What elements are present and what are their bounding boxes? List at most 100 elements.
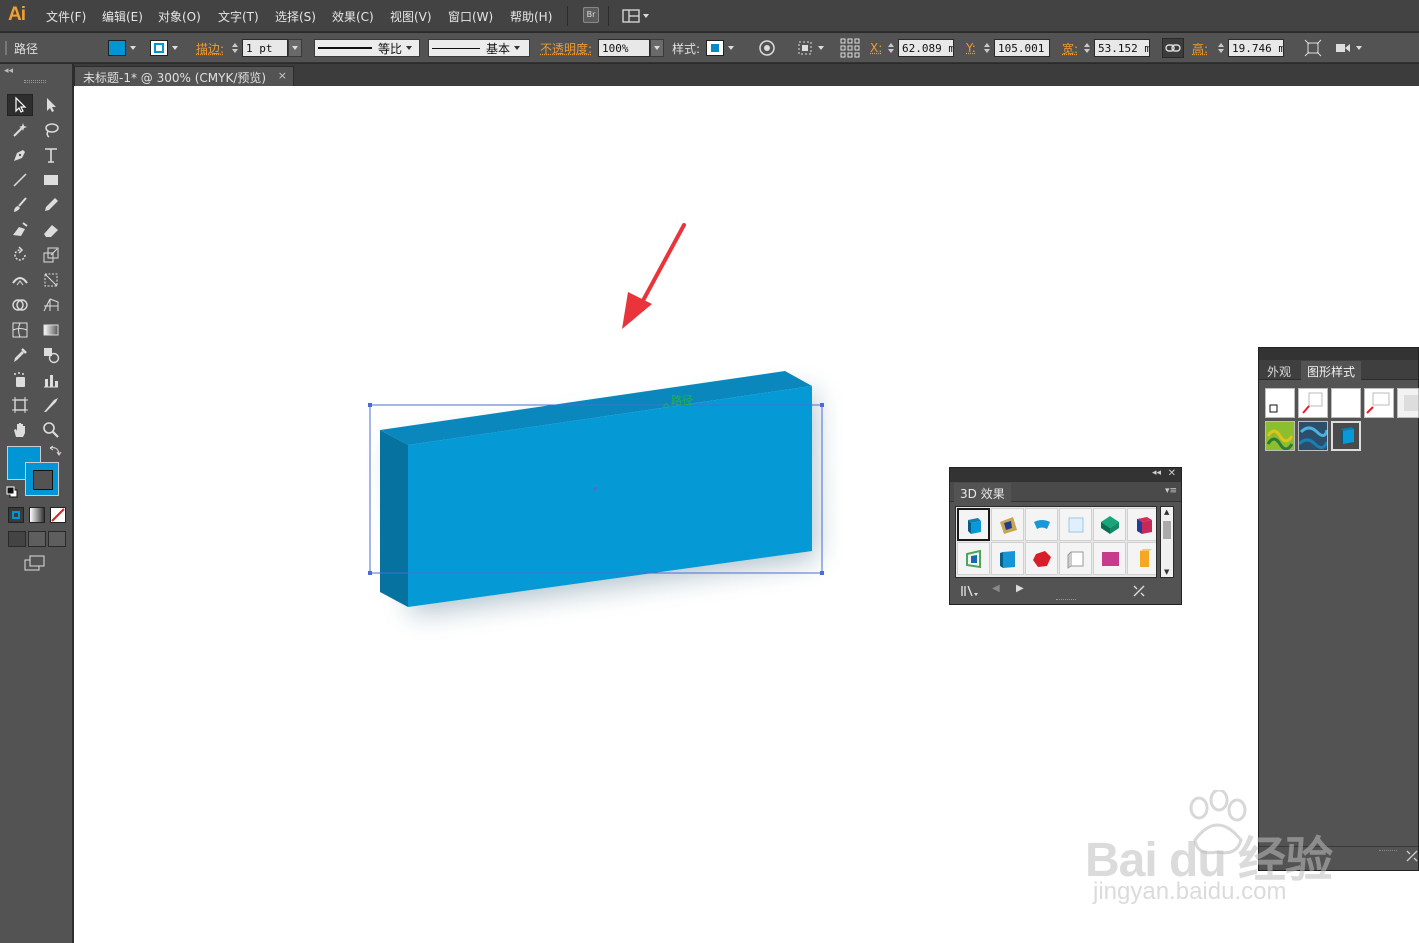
break-link-icon[interactable]	[1405, 849, 1419, 863]
direct-selection-tool[interactable]	[38, 94, 64, 116]
paintbrush-tool[interactable]	[7, 194, 33, 216]
free-transform-tool[interactable]	[38, 269, 64, 291]
graphic-style-swatch[interactable]	[1364, 388, 1394, 418]
resize-handle[interactable]	[368, 403, 372, 407]
x-label[interactable]: X:	[870, 41, 882, 55]
stroke-weight-dropdown[interactable]	[288, 39, 302, 57]
stepper-icon[interactable]	[1216, 39, 1226, 57]
collapse-panel-icon[interactable]: ◂◂	[1152, 468, 1161, 478]
graphic-style-swatch[interactable]	[1297, 421, 1329, 451]
height-control[interactable]: 19.746 m	[1216, 33, 1284, 63]
pencil-tool[interactable]	[38, 194, 64, 216]
stepper-icon[interactable]	[1082, 39, 1092, 57]
blend-tool[interactable]	[38, 344, 64, 366]
artboard-tool[interactable]	[7, 394, 33, 416]
align-to-dropdown[interactable]	[796, 33, 824, 63]
gradient-mode-button[interactable]	[29, 507, 45, 523]
style-swatch[interactable]	[957, 542, 990, 575]
selection-tool[interactable]	[7, 94, 33, 116]
style-swatch[interactable]	[991, 508, 1024, 541]
style-swatch[interactable]	[1025, 542, 1058, 575]
menu-help[interactable]: 帮助(H)	[510, 8, 552, 25]
graphic-style-dropdown[interactable]	[706, 33, 734, 63]
width-control[interactable]: 53.152 m	[1082, 33, 1150, 63]
fill-color-dropdown[interactable]	[108, 33, 136, 63]
blob-brush-tool[interactable]	[7, 219, 33, 241]
y-label[interactable]: Y:	[966, 41, 976, 55]
stroke-weight-control[interactable]: 1 pt	[230, 33, 302, 63]
resize-handle[interactable]	[820, 571, 824, 575]
brush-definition-dropdown[interactable]: 基本	[428, 33, 530, 63]
variable-width-profile-dropdown[interactable]: 等比	[314, 33, 420, 63]
tab-appearance[interactable]: 外观	[1261, 361, 1297, 380]
menu-view[interactable]: 视图(V)	[390, 8, 432, 25]
style-libraries-menu-icon[interactable]	[960, 584, 980, 598]
workspace-switcher-button[interactable]	[622, 8, 650, 24]
perspective-grid-tool[interactable]	[38, 294, 64, 316]
panel-menu-icon[interactable]: ▾≡	[1165, 486, 1177, 496]
draw-behind-button[interactable]	[28, 531, 46, 547]
stroke-label[interactable]: 描边:	[196, 40, 224, 57]
eyedropper-tool[interactable]	[7, 344, 33, 366]
menu-type[interactable]: 文字(T)	[218, 8, 259, 25]
draw-normal-button[interactable]	[8, 531, 26, 547]
shape-builder-tool[interactable]	[7, 294, 33, 316]
width-field[interactable]: 53.152 m	[1094, 39, 1150, 57]
style-swatch[interactable]	[1093, 542, 1126, 575]
style-swatch[interactable]	[1025, 508, 1058, 541]
style-grid-scrollbar[interactable]: ▲ ▼	[1160, 506, 1174, 578]
style-swatch[interactable]	[1093, 508, 1126, 541]
collapse-toolbox-icon[interactable]: ◂◂	[4, 66, 13, 76]
graphic-style-swatch[interactable]	[1331, 421, 1361, 451]
x-control[interactable]: 62.089 m	[886, 33, 954, 63]
scale-tool[interactable]	[38, 244, 64, 266]
menu-select[interactable]: 选择(S)	[275, 8, 316, 25]
panel-resize-grip[interactable]	[1379, 850, 1397, 852]
style-swatch[interactable]	[1059, 508, 1092, 541]
panel-titlebar[interactable]	[1259, 348, 1418, 360]
recolor-artwork-button[interactable]	[758, 33, 776, 63]
slice-tool[interactable]	[38, 394, 64, 416]
color-mode-button[interactable]	[8, 507, 24, 523]
column-graph-tool[interactable]	[38, 369, 64, 391]
y-control[interactable]: 105.001 m	[982, 33, 1050, 63]
bridge-button[interactable]: Br	[583, 7, 599, 23]
symbol-sprayer-tool[interactable]	[7, 369, 33, 391]
pen-tool[interactable]	[7, 144, 33, 166]
lasso-tool[interactable]	[38, 119, 64, 141]
style-swatch[interactable]	[957, 508, 990, 541]
graphic-style-swatch[interactable]	[1331, 388, 1361, 418]
reference-point-button[interactable]	[840, 33, 860, 63]
y-field[interactable]: 105.001 m	[994, 39, 1050, 57]
mesh-tool[interactable]	[7, 319, 33, 341]
opacity-field[interactable]: 100%	[598, 39, 650, 57]
transform-button[interactable]	[1304, 33, 1322, 63]
style-swatch[interactable]	[1059, 542, 1092, 575]
stroke-weight-field[interactable]: 1 pt	[242, 39, 288, 57]
height-field[interactable]: 19.746 m	[1228, 39, 1284, 57]
graphic-style-swatch[interactable]	[1298, 388, 1328, 418]
stroke-color-swatch[interactable]	[25, 462, 59, 496]
width-tool[interactable]	[7, 269, 33, 291]
scroll-thumb[interactable]	[1163, 521, 1171, 539]
panel-titlebar[interactable]: ◂◂ ✕	[950, 468, 1181, 482]
eraser-tool[interactable]	[38, 219, 64, 241]
swap-fill-stroke-icon[interactable]	[48, 444, 62, 458]
next-library-icon[interactable]: ▶	[1016, 583, 1024, 594]
scroll-down-icon[interactable]: ▼	[1164, 568, 1169, 576]
screen-mode-icon[interactable]	[24, 554, 46, 572]
break-link-icon[interactable]	[1132, 584, 1146, 598]
rotate-tool[interactable]	[7, 244, 33, 266]
type-tool[interactable]	[38, 144, 64, 166]
stroke-color-dropdown[interactable]	[150, 33, 178, 63]
graphic-style-swatch[interactable]	[1265, 388, 1295, 418]
panel-resize-grip[interactable]	[1056, 599, 1076, 601]
gradient-tool[interactable]	[38, 319, 64, 341]
toolbox-grip[interactable]	[24, 80, 46, 83]
menu-object[interactable]: 对象(O)	[158, 8, 201, 25]
width-label[interactable]: 宽:	[1062, 40, 1078, 57]
line-segment-tool[interactable]	[7, 169, 33, 191]
graphic-style-swatch[interactable]	[1265, 421, 1295, 451]
default-fill-stroke-icon[interactable]	[6, 486, 18, 498]
none-mode-button[interactable]	[50, 507, 66, 523]
